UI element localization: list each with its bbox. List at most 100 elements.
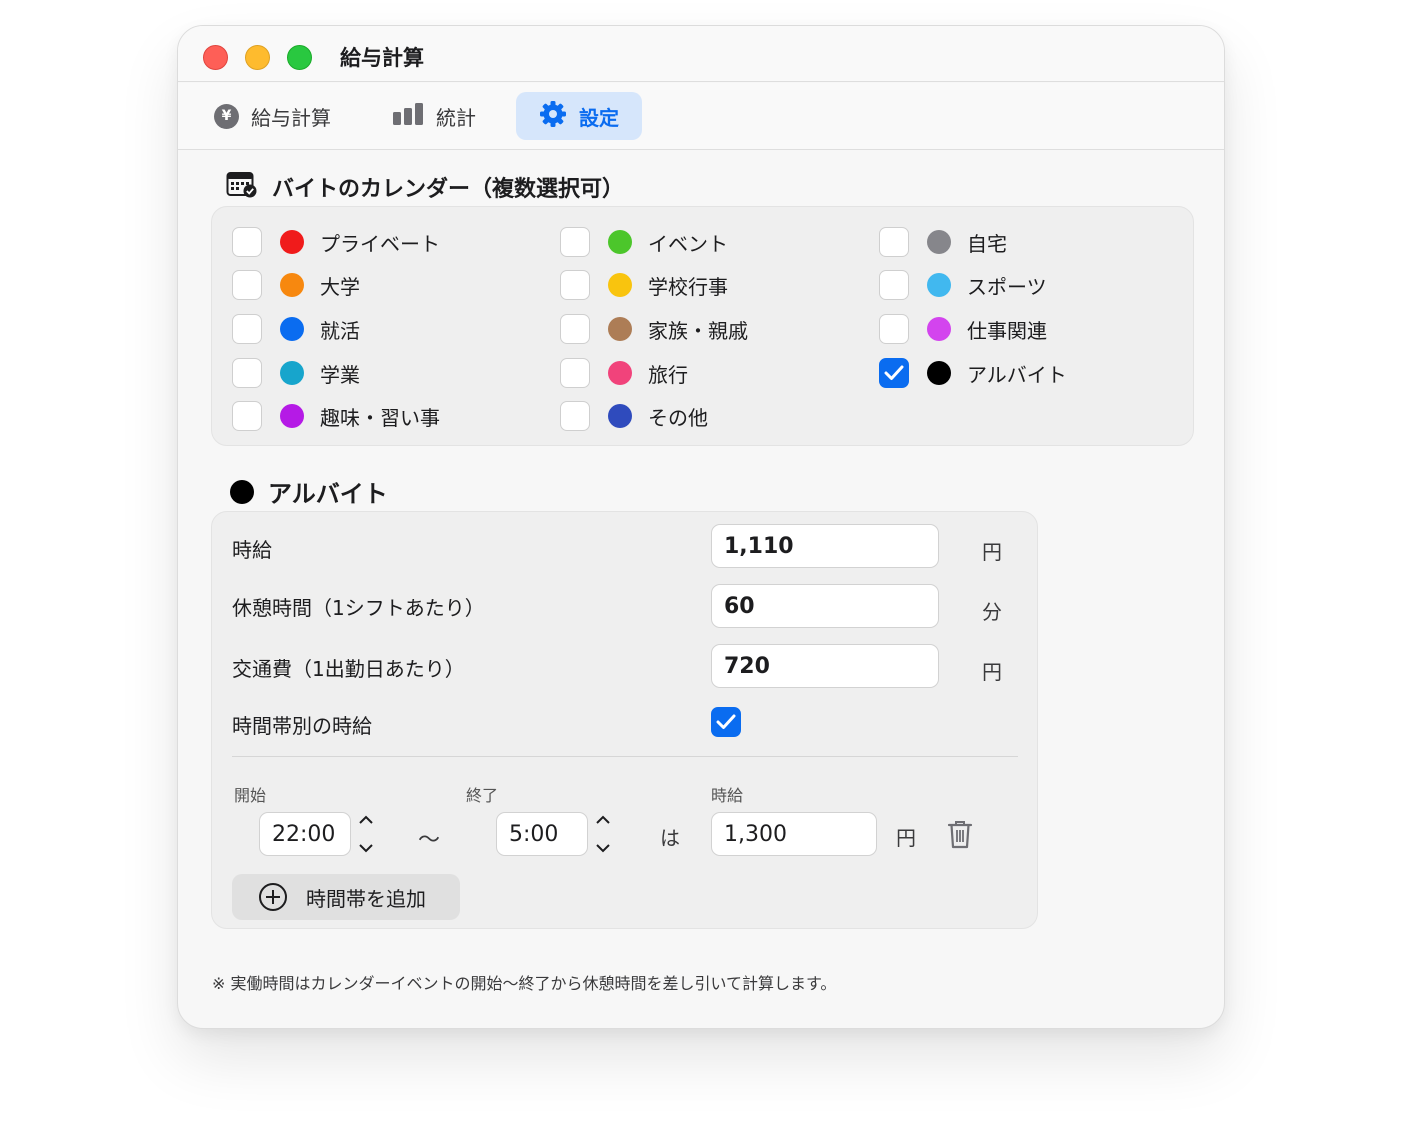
break-time-label: 休憩時間（1シフトあたり） xyxy=(232,596,485,620)
calendar-item-label: 趣味・習い事 xyxy=(320,405,440,430)
chevron-up-icon xyxy=(359,815,373,824)
calendar-item-checkbox[interactable] xyxy=(879,227,909,257)
calendar-color-dot xyxy=(280,230,304,254)
calendar-item-checkbox[interactable] xyxy=(232,314,262,344)
calendar-item-label: その他 xyxy=(648,405,708,430)
band-start-input[interactable] xyxy=(259,812,351,856)
calendar-item[interactable]: イベント xyxy=(560,227,728,257)
calendar-color-dot xyxy=(608,273,632,297)
calendar-item-checkbox[interactable] xyxy=(879,358,909,388)
calendar-item-checkbox[interactable] xyxy=(232,227,262,257)
calendar-item[interactable]: 旅行 xyxy=(560,358,688,388)
calendar-item-label: 大学 xyxy=(320,274,360,299)
calendar-color-dot xyxy=(608,317,632,341)
calendar-color-dot xyxy=(927,317,951,341)
calendar-section-title: バイトのカレンダー（複数選択可） xyxy=(272,177,625,202)
checkmark-icon xyxy=(884,365,904,380)
calendar-item[interactable]: 自宅 xyxy=(879,227,1007,257)
calendar-item-label: イベント xyxy=(648,231,728,256)
zoom-window-button[interactable] xyxy=(287,45,312,70)
calendar-section-header: バイトのカレンダー（複数選択可） xyxy=(226,170,624,204)
time-band-label: 時間帯別の時給 xyxy=(232,714,372,738)
calendar-item-checkbox[interactable] xyxy=(560,227,590,257)
window-title: 給与計算 xyxy=(340,46,424,70)
hourly-wage-input[interactable] xyxy=(711,524,939,568)
calendar-item[interactable]: 趣味・習い事 xyxy=(232,401,440,431)
gear-icon xyxy=(539,100,567,133)
band-divider xyxy=(232,756,1018,757)
transport-input[interactable] xyxy=(711,644,939,688)
calendar-color-dot xyxy=(280,361,304,385)
calendar-item-checkbox[interactable] xyxy=(879,270,909,300)
calendar-item-checkbox[interactable] xyxy=(879,314,909,344)
close-window-button[interactable] xyxy=(203,45,228,70)
calendar-item-label: 学業 xyxy=(320,362,360,387)
calendar-item[interactable]: スポーツ xyxy=(879,270,1047,300)
tab-stats[interactable]: 統計 xyxy=(378,92,490,140)
calendar-color-dot xyxy=(608,404,632,428)
calendar-item-checkbox[interactable] xyxy=(232,270,262,300)
job-settings-panel: 時給 円 休憩時間（1シフトあたり） 分 交通費（1出勤日あたり） 円 時間帯別… xyxy=(211,511,1038,929)
trash-icon[interactable] xyxy=(946,818,974,854)
add-time-band-label: 時間帯を追加 xyxy=(306,886,426,911)
band-wage-input[interactable] xyxy=(711,812,877,856)
calendar-item-label: 旅行 xyxy=(648,362,688,387)
calendar-item-label: 就活 xyxy=(320,318,360,343)
tab-settings[interactable]: 設定 xyxy=(516,92,642,140)
calendar-item[interactable]: アルバイト xyxy=(879,358,1067,388)
chevron-down-icon xyxy=(596,844,610,853)
calendar-item[interactable]: 大学 xyxy=(232,270,360,300)
calendar-color-dot xyxy=(927,361,951,385)
tab-bar: ¥ 給与計算 統計 設定 xyxy=(178,83,1224,150)
calendar-item-checkbox[interactable] xyxy=(560,270,590,300)
footnote: ※ 実働時間はカレンダーイベントの開始〜終了から休憩時間を差し引いて計算します。 xyxy=(212,974,837,993)
tab-settings-label: 設定 xyxy=(579,105,619,130)
calendar-item[interactable]: 学校行事 xyxy=(560,270,728,300)
job-color-dot xyxy=(230,479,254,504)
tab-salary[interactable]: ¥ 給与計算 xyxy=(200,92,345,140)
calendar-item[interactable]: プライベート xyxy=(232,227,440,257)
band-end-input[interactable] xyxy=(496,812,588,856)
calendar-icon xyxy=(226,170,258,204)
calendar-item[interactable]: 学業 xyxy=(232,358,360,388)
calendar-item[interactable]: 家族・親戚 xyxy=(560,314,748,344)
calendar-color-dot xyxy=(280,317,304,341)
yen-icon: ¥ xyxy=(214,103,239,129)
calendar-item[interactable]: その他 xyxy=(560,401,708,431)
calendar-item-label: 自宅 xyxy=(967,231,1007,256)
band-end-label: 終了 xyxy=(466,786,499,805)
break-time-input[interactable] xyxy=(711,584,939,628)
time-band-checkbox[interactable] xyxy=(711,707,741,737)
chevron-up-icon xyxy=(596,815,610,824)
band-wage-label: 時給 xyxy=(711,786,744,805)
calendar-color-dot xyxy=(927,230,951,254)
title-bar: 給与計算 xyxy=(178,26,1224,82)
calendar-item[interactable]: 仕事関連 xyxy=(879,314,1047,344)
break-time-unit: 分 xyxy=(982,600,1002,624)
calendar-color-dot xyxy=(608,361,632,385)
calendar-item-label: 仕事関連 xyxy=(967,318,1047,343)
transport-label: 交通費（1出勤日あたり） xyxy=(232,657,465,681)
calendar-item-checkbox[interactable] xyxy=(560,401,590,431)
hourly-wage-unit: 円 xyxy=(982,540,1002,564)
calendar-item-label: アルバイト xyxy=(967,362,1067,387)
calendar-color-dot xyxy=(608,230,632,254)
checkmark-icon xyxy=(716,714,736,729)
band-start-stepper[interactable] xyxy=(351,812,381,856)
calendar-item[interactable]: 就活 xyxy=(232,314,360,344)
add-time-band-button[interactable]: 時間帯を追加 xyxy=(232,874,460,920)
calendar-item-label: プライベート xyxy=(320,231,440,256)
calendar-item-checkbox[interactable] xyxy=(232,358,262,388)
calendar-item-label: スポーツ xyxy=(967,274,1047,299)
minimize-window-button[interactable] xyxy=(245,45,270,70)
band-start-label: 開始 xyxy=(234,786,267,805)
job-section-title: アルバイト xyxy=(268,480,388,508)
calendar-item-checkbox[interactable] xyxy=(560,314,590,344)
calendar-item-checkbox[interactable] xyxy=(560,358,590,388)
tab-stats-label: 統計 xyxy=(436,105,476,130)
band-end-stepper[interactable] xyxy=(588,812,618,856)
chevron-down-icon xyxy=(359,844,373,853)
calendar-color-dot xyxy=(927,273,951,297)
wa-particle: は xyxy=(660,826,680,850)
calendar-item-checkbox[interactable] xyxy=(232,401,262,431)
